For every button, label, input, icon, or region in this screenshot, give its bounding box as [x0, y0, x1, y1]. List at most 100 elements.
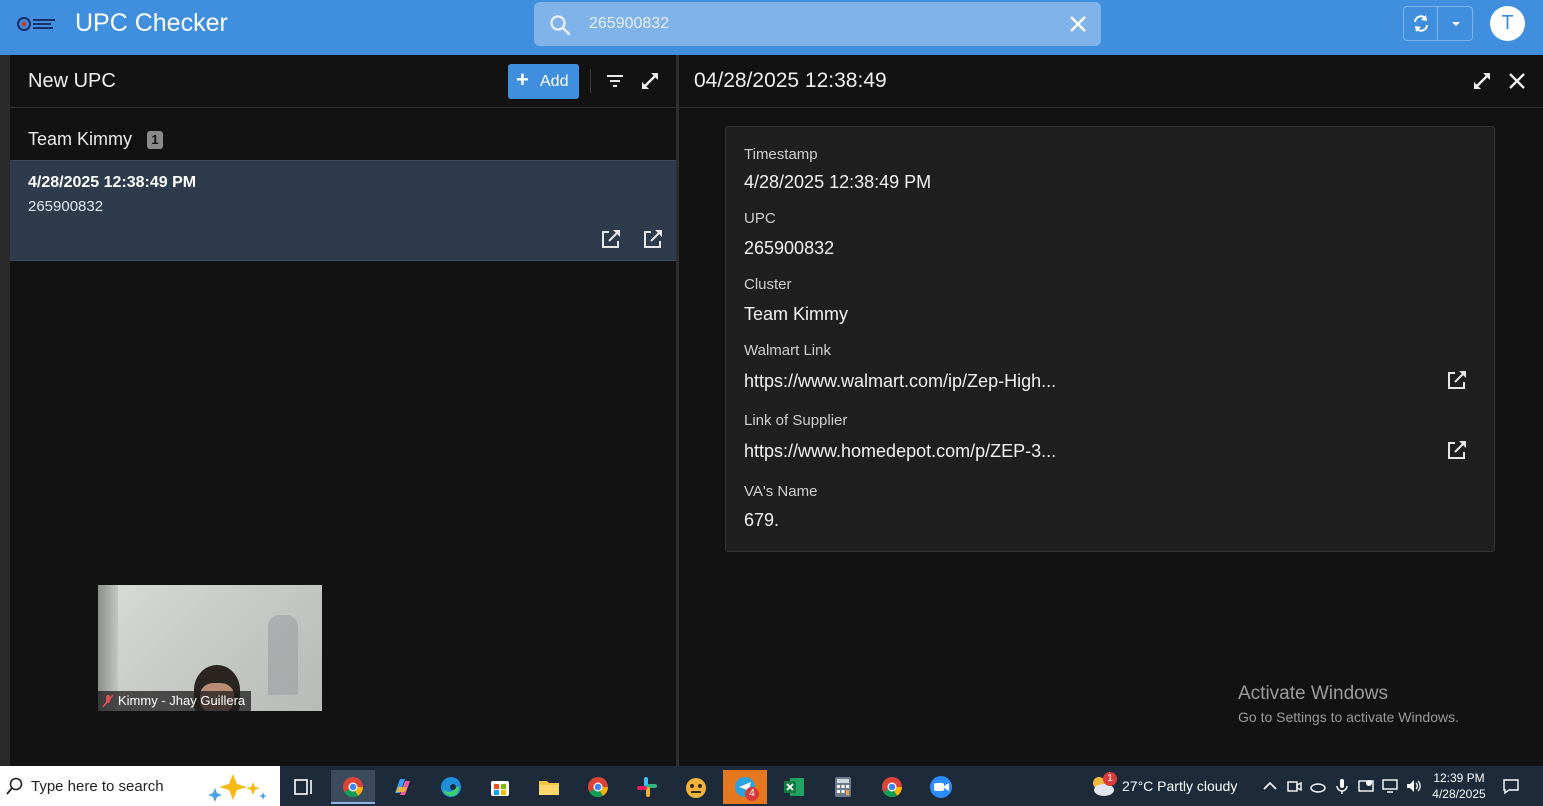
list-item-timestamp: 4/28/2025 12:38:49 PM — [28, 174, 197, 191]
sync-button-group — [1403, 6, 1473, 41]
network-icon[interactable] — [1381, 777, 1399, 795]
task-view-icon — [294, 779, 312, 795]
task-view-button[interactable] — [282, 770, 326, 804]
open-walmart-link-icon[interactable] — [1446, 369, 1468, 391]
activate-windows-watermark: Activate Windows Go to Settings to activ… — [1238, 683, 1459, 725]
microphone-icon[interactable] — [1333, 777, 1351, 795]
search-icon — [550, 15, 571, 36]
telegram-unread-badge: 4 — [745, 787, 759, 801]
taskbar-chrome-second-profile[interactable] — [870, 770, 914, 804]
detail-panel: 04/28/2025 12:38:49 Timestamp 4/28/2025 … — [679, 55, 1543, 766]
store-icon — [491, 781, 509, 796]
add-button-label: Add — [540, 73, 569, 90]
video-background-object — [268, 615, 298, 695]
taskbar-search[interactable]: Type here to search — [0, 766, 280, 806]
meet-now-icon[interactable] — [1285, 777, 1303, 795]
detail-card: Timestamp 4/28/2025 12:38:49 PM UPC 2659… — [725, 126, 1495, 552]
taskbar-calculator[interactable] — [821, 770, 865, 804]
chrome-icon — [588, 777, 609, 798]
search-bar[interactable]: 265900832 — [534, 2, 1101, 46]
cluster-label: Cluster — [744, 276, 792, 293]
search-icon — [6, 777, 23, 795]
expand-icon[interactable] — [639, 70, 661, 92]
copilot-sparkle-icon — [208, 774, 267, 802]
taskbar-slack[interactable] — [625, 770, 669, 804]
sync-icon — [1414, 15, 1428, 32]
taskbar-chrome-profile[interactable] — [576, 770, 620, 804]
toolbar-divider — [590, 69, 591, 93]
cluster-value: Team Kimmy — [744, 304, 849, 324]
timestamp-value: 4/28/2025 12:38:49 PM — [744, 172, 932, 192]
notification-icon[interactable] — [1502, 777, 1520, 795]
volume-icon[interactable] — [1405, 777, 1423, 795]
expand-icon[interactable] — [1471, 70, 1493, 92]
video-call-tile[interactable]: Kimmy - Jhay Guillera — [98, 585, 322, 711]
filter-icon[interactable] — [605, 71, 625, 91]
chrome-icon — [343, 777, 364, 798]
chrome-icon — [882, 777, 903, 798]
taskbar-chrome-active[interactable] — [331, 770, 375, 804]
search-input[interactable]: 265900832 — [589, 15, 669, 33]
clock-time: 12:39 PM — [1433, 771, 1485, 785]
clock-date: 4/28/2025 — [1432, 787, 1486, 801]
app-header: UPC Checker 265900832 T — [0, 0, 1543, 55]
folder-icon — [539, 781, 559, 795]
muted-mic-icon — [102, 694, 114, 708]
taskbar-file-explorer[interactable] — [527, 770, 571, 804]
va-name-value: 679. — [744, 510, 780, 530]
watermark-subtitle: Go to Settings to activate Windows. — [1238, 709, 1459, 725]
taskbar-search-placeholder: Type here to search — [31, 778, 164, 795]
taskbar-edge[interactable] — [429, 770, 473, 804]
chevron-down-icon — [1452, 22, 1460, 26]
list-panel-header: New UPC + Add — [10, 55, 676, 108]
taskbar-excel[interactable] — [772, 770, 816, 804]
supplier-link-label: Link of Supplier — [744, 412, 848, 429]
weather-text[interactable]: 27°C Partly cloudy — [1122, 778, 1237, 794]
security-icon[interactable] — [1357, 777, 1375, 795]
plus-icon: + — [516, 67, 529, 92]
weather-badge: 1 — [1103, 772, 1117, 786]
watermark-title: Activate Windows — [1238, 683, 1388, 704]
slack-icon — [637, 777, 657, 797]
group-count-badge: 1 — [147, 131, 163, 149]
open-supplier-link-icon[interactable] — [1446, 439, 1468, 461]
supplier-link-value[interactable]: https://www.homedepot.com/p/ZEP-3... — [744, 441, 1056, 462]
list-panel-title: New UPC — [28, 70, 116, 92]
taskbar-telegram[interactable]: 4 — [723, 770, 767, 804]
open-supplier-link-icon[interactable] — [642, 228, 664, 250]
list-item-upc: 265900832 — [28, 198, 104, 215]
timestamp-label: Timestamp — [744, 146, 818, 163]
upc-value: 265900832 — [744, 238, 835, 258]
chevron-up-icon[interactable] — [1261, 777, 1279, 795]
clear-search-icon[interactable] — [1067, 13, 1089, 35]
va-name-label: VA's Name — [744, 483, 818, 500]
calculator-icon — [835, 777, 851, 797]
upc-label: UPC — [744, 210, 776, 227]
left-gutter — [0, 55, 10, 766]
sync-button[interactable] — [1404, 7, 1438, 40]
app-icon — [686, 778, 706, 798]
copilot-icon — [395, 779, 410, 795]
zoom-icon — [930, 776, 952, 798]
user-avatar[interactable]: T — [1490, 6, 1525, 41]
open-walmart-link-icon[interactable] — [600, 228, 622, 250]
taskbar-app[interactable] — [674, 770, 718, 804]
list-item[interactable]: 4/28/2025 12:38:49 PM 265900832 — [10, 160, 676, 261]
group-name[interactable]: Team Kimmy — [28, 129, 132, 150]
onedrive-icon[interactable] — [1309, 777, 1327, 795]
windows-taskbar: Type here to search 4 1 27°C Partly clou… — [0, 766, 1543, 806]
app-title: UPC Checker — [75, 9, 228, 37]
sync-dropdown-button[interactable] — [1439, 7, 1473, 40]
participant-name: Kimmy - Jhay Guillera — [118, 693, 246, 708]
taskbar-copilot[interactable] — [380, 770, 424, 804]
walmart-link-value[interactable]: https://www.walmart.com/ip/Zep-High... — [744, 371, 1056, 392]
detail-panel-header: 04/28/2025 12:38:49 — [679, 55, 1543, 108]
taskbar-store[interactable] — [478, 770, 522, 804]
add-button[interactable]: + Add — [508, 64, 579, 99]
detail-panel-title: 04/28/2025 12:38:49 — [694, 69, 887, 92]
close-icon[interactable] — [1506, 70, 1528, 92]
taskbar-zoom[interactable] — [919, 770, 963, 804]
walmart-link-label: Walmart Link — [744, 342, 831, 359]
app: UPC Checker 265900832 T New UPC + Add Te… — [0, 0, 1543, 766]
taskbar-clock[interactable]: 12:39 PM 4/28/2025 — [1428, 770, 1490, 802]
